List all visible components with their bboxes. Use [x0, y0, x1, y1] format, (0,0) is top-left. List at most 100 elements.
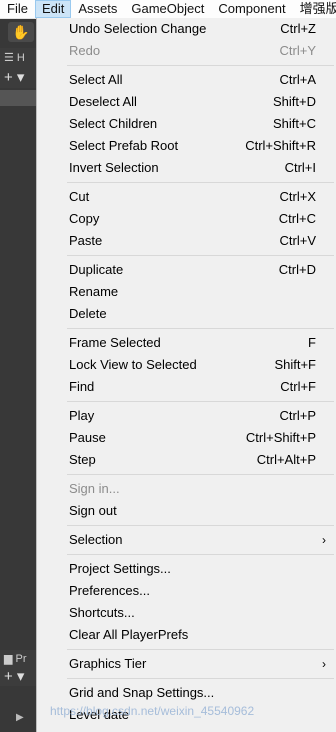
- menu-item-label: Frame Selected: [69, 335, 161, 350]
- menu-item[interactable]: Clear All PlayerPrefs: [37, 624, 336, 646]
- menu-item-shortcut: Ctrl+P: [279, 408, 316, 423]
- menu-item-shortcut: Ctrl+Shift+R: [245, 138, 316, 153]
- submenu-arrow-icon: ›: [322, 657, 326, 671]
- menu-item-shortcut: Ctrl+V: [279, 233, 316, 248]
- menu-item-label: Paste: [69, 233, 103, 248]
- menu-item-label: Find: [69, 379, 95, 394]
- menu-item[interactable]: Select All Ctrl+A: [37, 69, 336, 91]
- menubar-item-3[interactable]: GameObject: [124, 0, 211, 18]
- menu-separator: [67, 678, 334, 679]
- expand-arrow-icon[interactable]: ▶: [16, 712, 24, 723]
- menu-separator: [67, 474, 334, 475]
- menu-item[interactable]: Copy Ctrl+C: [37, 208, 336, 230]
- menu-item[interactable]: Paste Ctrl+V: [37, 230, 336, 252]
- menu-item[interactable]: Shortcuts...: [37, 602, 336, 624]
- menu-item-shortcut: Ctrl+I: [284, 160, 316, 175]
- menu-item[interactable]: Deselect All Shift+D: [37, 91, 336, 113]
- menu-separator: [67, 65, 334, 66]
- menu-separator: [67, 255, 334, 256]
- menu-item[interactable]: Find Ctrl+F: [37, 376, 336, 398]
- menu-item-shortcut: Shift+F: [274, 357, 316, 372]
- menu-item-shortcut: Ctrl+C: [278, 211, 316, 226]
- menu-item-label: Select All: [69, 72, 123, 87]
- menu-item[interactable]: Select Prefab Root Ctrl+Shift+R: [37, 135, 336, 157]
- menubar-item-0[interactable]: File: [0, 0, 35, 18]
- menu-item-shortcut: Ctrl+Z: [280, 21, 316, 36]
- menu-item-shortcut: Ctrl+X: [279, 189, 316, 204]
- menu-item-label: Delete: [69, 306, 107, 321]
- menu-separator: [67, 328, 334, 329]
- menu-item[interactable]: Cut Ctrl+X: [37, 186, 336, 208]
- menu-separator: [67, 401, 334, 402]
- menu-item-label: Pause: [69, 430, 106, 445]
- menu-item-label: Redo: [69, 43, 101, 58]
- menubar-item-4[interactable]: Component: [211, 0, 292, 18]
- menu-item-label: Play: [69, 408, 95, 423]
- menu-item-shortcut: Ctrl+D: [278, 262, 316, 277]
- menu-item[interactable]: Sign out: [37, 500, 336, 522]
- menu-item-label: Lock View to Selected: [69, 357, 197, 372]
- menu-item[interactable]: Preferences...: [37, 580, 336, 602]
- project-add-button[interactable]: + ▾: [0, 668, 36, 686]
- menu-item[interactable]: Play Ctrl+P: [37, 405, 336, 427]
- menubar-item-1[interactable]: Edit: [34, 0, 72, 18]
- menu-item-shortcut: Ctrl+A: [279, 72, 316, 87]
- menu-item-label: Undo Selection Change: [69, 21, 207, 36]
- menu-item[interactable]: Graphics Tier ›: [37, 653, 336, 675]
- menu-item[interactable]: Select Children Shift+C: [37, 113, 336, 135]
- menu-item-label: Copy: [69, 211, 100, 226]
- menu-item-label: Select Prefab Root: [69, 138, 179, 153]
- menu-item-label: Duplicate: [69, 262, 124, 277]
- menu-item-label: Cut: [69, 189, 90, 204]
- menu-item[interactable]: Redo Ctrl+Y: [37, 40, 336, 62]
- menu-item[interactable]: Frame Selected F: [37, 332, 336, 354]
- edit-menu-dropdown: Undo Selection Change Ctrl+Z Redo Ctrl+Y Sel…: [36, 18, 336, 732]
- menu-item-shortcut: Shift+D: [273, 94, 316, 109]
- menu-item-label: Sign out: [69, 503, 117, 518]
- menu-bar: FileEditAssetsGameObjectComponent增强版功: [0, 0, 336, 19]
- menu-item[interactable]: Delete: [37, 303, 336, 325]
- menu-item[interactable]: Grid and Snap Settings...: [37, 682, 336, 704]
- menu-item[interactable]: Selection ›: [37, 529, 336, 551]
- menu-item-label: Clear All PlayerPrefs: [69, 627, 189, 642]
- menu-item[interactable]: Rename: [37, 281, 336, 303]
- menu-item-label: Select Children: [69, 116, 158, 131]
- menu-separator: [67, 649, 334, 650]
- menu-item[interactable]: Pause Ctrl+Shift+P: [37, 427, 336, 449]
- hierarchy-tab[interactable]: ☰ H: [0, 48, 36, 68]
- menu-item[interactable]: Invert Selection Ctrl+I: [37, 157, 336, 179]
- menubar-item-5[interactable]: 增强版功: [293, 0, 336, 18]
- menu-item-label: Grid and Snap Settings...: [69, 685, 215, 700]
- hierarchy-add-button[interactable]: + ▾: [0, 68, 36, 88]
- menu-item-shortcut: Ctrl+Shift+P: [245, 430, 316, 445]
- menu-item-shortcut: Ctrl+Alt+P: [256, 452, 316, 467]
- project-tab[interactable]: ▆ Pr: [0, 650, 36, 668]
- menu-item-shortcut: Shift+C: [273, 116, 316, 131]
- menu-item[interactable]: Sign in...: [37, 478, 336, 500]
- hand-icon[interactable]: ✋: [8, 22, 34, 42]
- menu-item-label: Sign in...: [69, 481, 120, 496]
- menu-item-shortcut: Ctrl+F: [280, 379, 316, 394]
- menu-item-label: Invert Selection: [69, 160, 159, 175]
- menu-item-label: Selection: [69, 532, 123, 547]
- menu-separator: [67, 182, 334, 183]
- menu-separator: [67, 554, 334, 555]
- watermark: https://blog.csdn.net/weixin_45540962: [50, 704, 255, 718]
- hierarchy-row[interactable]: [0, 90, 36, 106]
- menubar-item-2[interactable]: Assets: [71, 0, 124, 18]
- menu-item[interactable]: Undo Selection Change Ctrl+Z: [37, 18, 336, 40]
- menu-item-label: Rename: [69, 284, 119, 299]
- menu-item-label: Step: [69, 452, 96, 467]
- menu-item-label: Deselect All: [69, 94, 137, 109]
- menu-item[interactable]: Step Ctrl+Alt+P: [37, 449, 336, 471]
- submenu-arrow-icon: ›: [322, 533, 326, 547]
- menu-item-label: Shortcuts...: [69, 605, 135, 620]
- menu-item-shortcut: Ctrl+Y: [279, 43, 316, 58]
- menu-item[interactable]: Project Settings...: [37, 558, 336, 580]
- menu-item-label: Project Settings...: [69, 561, 171, 576]
- menu-item-label: Preferences...: [69, 583, 150, 598]
- menu-separator: [67, 525, 334, 526]
- menu-item[interactable]: Lock View to Selected Shift+F: [37, 354, 336, 376]
- menu-item-shortcut: F: [308, 335, 316, 350]
- menu-item[interactable]: Duplicate Ctrl+D: [37, 259, 336, 281]
